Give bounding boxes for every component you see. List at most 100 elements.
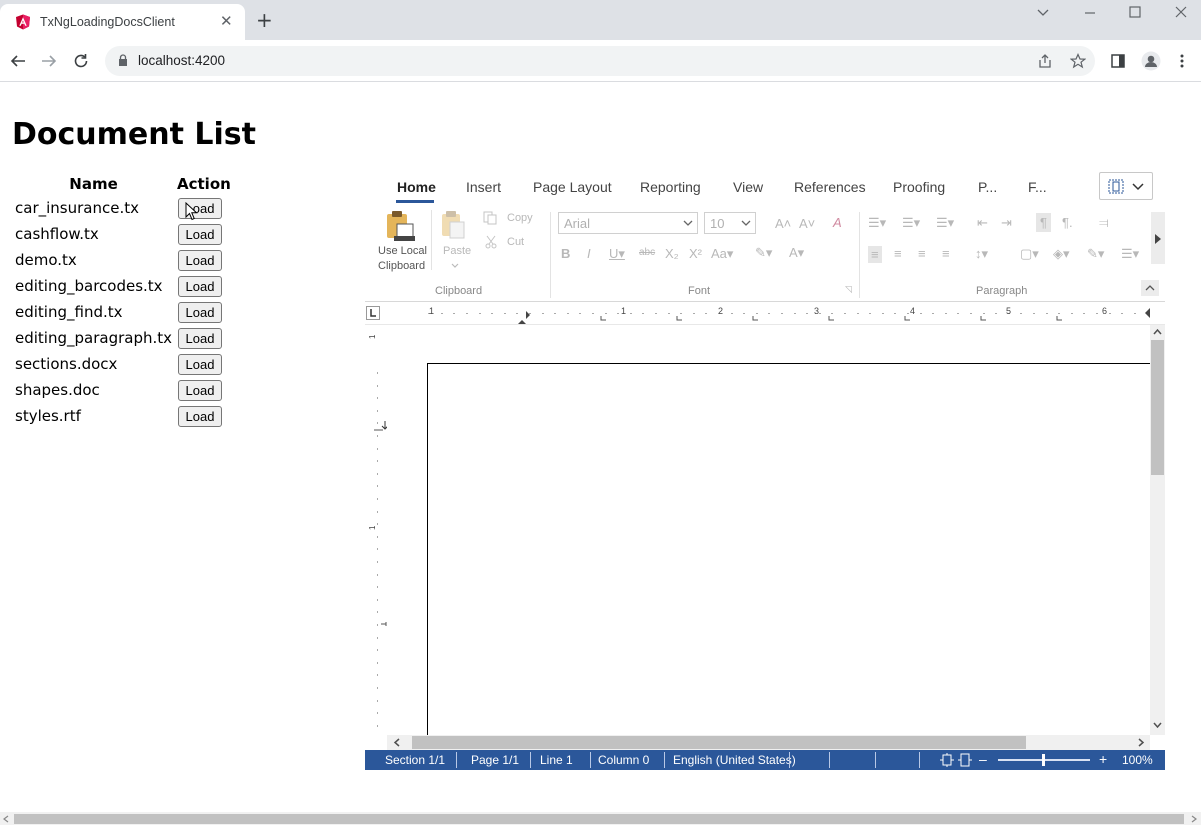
multilevel-list-icon[interactable]: ☰▾ [936,215,954,231]
justify-icon[interactable]: ≡ [942,246,950,261]
tab-page-layout[interactable]: Page Layout [533,179,612,195]
tab-search-chevron-icon[interactable] [1036,6,1050,20]
subscript-icon[interactable]: X₂ [665,246,679,261]
status-language[interactable]: English (United States) [673,753,796,767]
bookmark-star-icon[interactable] [1070,53,1086,69]
document-canvas[interactable] [387,325,1150,735]
highlight-color-icon[interactable]: ✎▾ [755,245,772,261]
fit-width-icon[interactable] [958,753,972,767]
close-window-icon[interactable] [1174,5,1188,19]
shading-icon[interactable]: ◈▾ [1053,246,1070,262]
ribbon-layout-icon [1108,179,1124,194]
strikethrough-icon[interactable]: abc [639,247,655,258]
tab-p-overflow[interactable]: P... [978,179,997,195]
tab-selector-icon[interactable] [366,306,380,320]
load-button[interactable]: Load [178,353,223,375]
chevron-right-icon [1155,234,1161,244]
copy-button[interactable]: Copy [483,210,543,228]
ltr-paragraph-icon[interactable]: ¶ [1036,213,1051,232]
profile-avatar-icon[interactable] [1141,51,1161,71]
cut-button[interactable]: Cut [483,234,543,252]
vertical-scroll-thumb[interactable] [1151,340,1164,475]
increase-indent-icon[interactable]: ⇥ [1001,215,1012,231]
tab-reporting[interactable]: Reporting [640,179,701,195]
kebab-menu-icon[interactable] [1178,53,1186,69]
tab-home[interactable]: Home [397,179,436,195]
line-spacing-icon[interactable]: ↕▾ [975,246,988,262]
clear-formatting-icon[interactable]: A [833,215,842,230]
scroll-right-icon[interactable] [1137,738,1145,747]
font-size-combo[interactable]: 10 [704,212,756,234]
zoom-in-button[interactable]: + [1099,751,1107,767]
paste-button[interactable]: Paste [437,208,473,274]
document-page[interactable] [427,363,1150,735]
superscript-icon[interactable]: X² [689,246,702,261]
maximize-icon[interactable] [1128,5,1142,19]
page-horizontal-scrollbar[interactable] [0,812,1201,825]
reload-icon[interactable] [72,52,90,70]
new-tab-button[interactable]: + [256,10,273,30]
forward-arrow-icon[interactable] [40,52,58,70]
change-case-icon[interactable]: Aa▾ [711,246,733,262]
load-button[interactable]: Load [178,405,223,427]
rtl-paragraph-icon[interactable]: ¶. [1062,215,1073,230]
load-button[interactable]: Load [178,223,223,245]
scroll-left-icon[interactable] [393,738,401,747]
align-right-icon[interactable]: ≡ [918,246,926,261]
vertical-scrollbar[interactable] [1150,325,1165,735]
load-button[interactable]: Load [178,327,223,349]
load-button[interactable]: Load [178,275,223,297]
zoom-slider[interactable] [998,754,1090,766]
ribbon-layout-dropdown[interactable] [1099,172,1153,200]
back-arrow-icon[interactable] [9,52,27,70]
grow-font-icon[interactable]: A˄ [775,216,791,231]
scroll-down-icon[interactable] [1153,721,1162,729]
ribbon-scroll-right[interactable] [1151,212,1165,264]
underline-icon[interactable]: U▾ [609,246,625,262]
bold-icon[interactable]: B [561,246,570,261]
font-dialog-launcher-icon[interactable]: ◹ [845,284,852,295]
tab-f-overflow[interactable]: F... [1028,179,1047,195]
shrink-font-icon[interactable]: A˅ [799,216,815,231]
page-scroll-thumb[interactable] [14,814,1184,824]
horizontal-ruler[interactable]: 1 1 2 3 4 5 6 [365,303,1165,325]
load-button[interactable]: Load [178,249,223,271]
frame-color-icon[interactable]: ✎▾ [1087,246,1104,262]
font-color-icon[interactable]: A▾ [789,245,804,261]
tab-close-icon[interactable]: ✕ [220,12,233,30]
share-icon[interactable] [1037,53,1053,69]
font-name-combo[interactable]: Arial [558,212,698,234]
collapse-ribbon-button[interactable] [1141,280,1159,296]
tab-proofing[interactable]: Proofing [893,179,945,195]
tab-insert[interactable]: Insert [466,179,501,195]
numbering-icon[interactable]: ☰▾ [902,215,920,231]
load-button[interactable]: Load [178,379,223,401]
decrease-indent-icon[interactable]: ⇤ [977,215,988,231]
tab-references[interactable]: References [794,179,866,195]
load-button[interactable]: Load [178,301,223,323]
fit-page-icon[interactable] [940,753,954,767]
align-left-icon[interactable]: ≡ [868,246,882,263]
horizontal-scroll-thumb[interactable] [412,736,1026,749]
scroll-up-icon[interactable] [1153,328,1162,336]
tab-stop-icon[interactable]: ⫤ [1099,215,1109,231]
zoom-out-button[interactable]: – [979,751,987,767]
tab-view[interactable]: View [733,179,763,195]
address-bar[interactable]: localhost:4200 [105,46,1095,76]
horizontal-scrollbar[interactable] [387,735,1150,750]
browser-tab[interactable]: TxNgLoadingDocsClient ✕ [0,4,245,40]
scroll-left-icon[interactable] [3,815,9,823]
zoom-slider-thumb[interactable] [1042,754,1045,766]
vertical-ruler[interactable]: 1 1 [365,325,389,735]
align-center-icon[interactable]: ≡ [894,246,902,261]
frame-width-icon[interactable]: ☰▾ [1121,246,1139,262]
side-panel-icon[interactable] [1110,53,1126,69]
paste-dropdown-icon [451,263,459,268]
scroll-right-icon[interactable] [1191,815,1197,823]
italic-icon[interactable]: I [587,246,591,261]
bullets-icon[interactable]: ☰▾ [868,215,886,231]
borders-icon[interactable]: ▢▾ [1020,246,1039,262]
table-row: editing_find.tx Load [12,299,233,325]
minimize-icon[interactable] [1083,6,1097,20]
use-local-clipboard-button[interactable]: Use Local Clipboard [373,208,427,274]
